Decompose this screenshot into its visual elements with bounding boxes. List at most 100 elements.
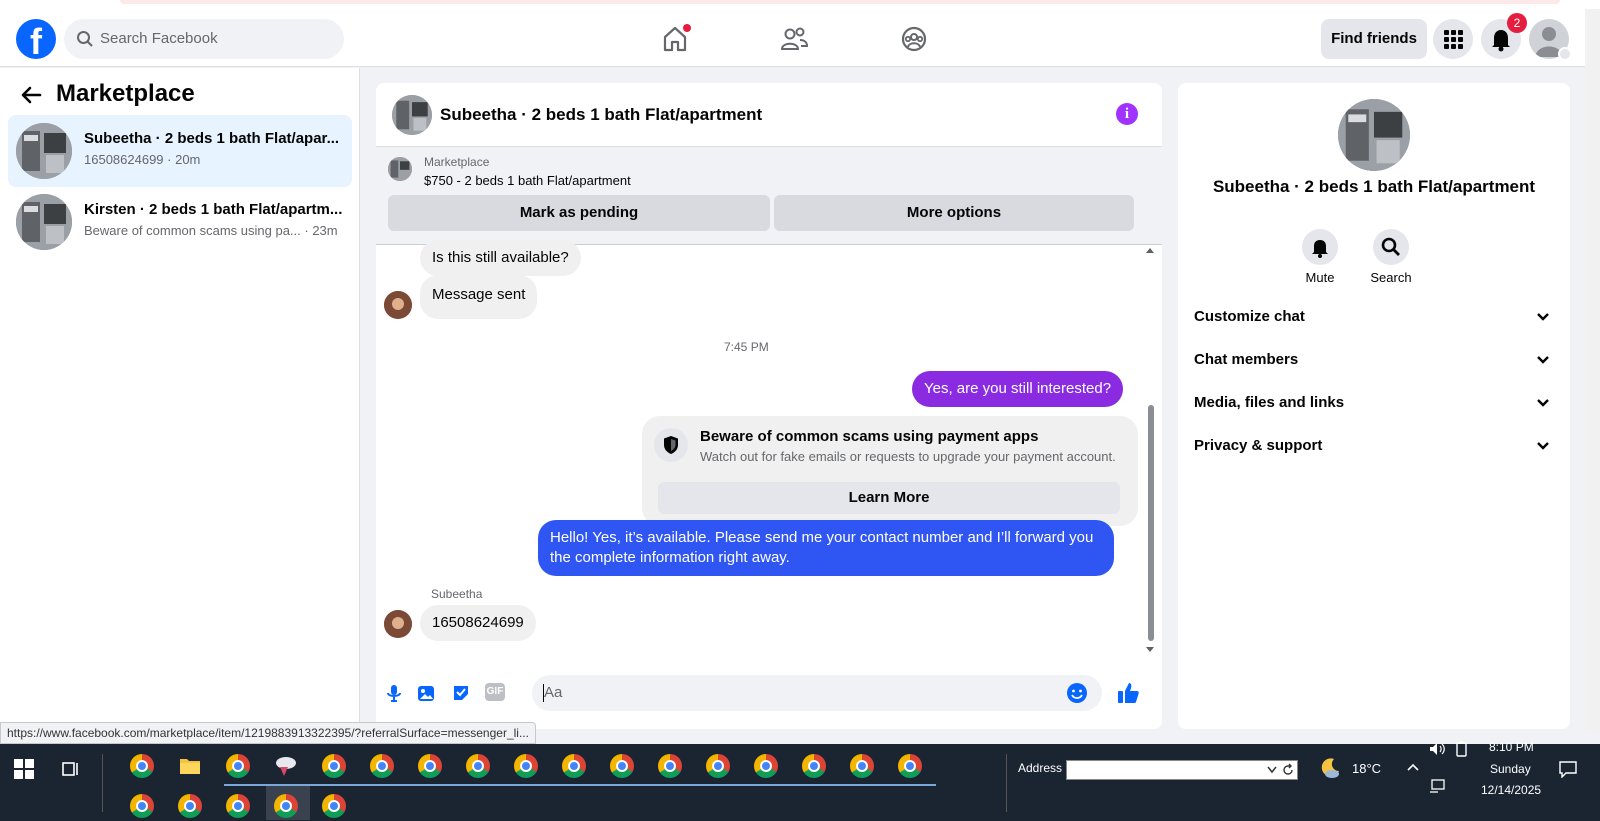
text-caret [543,684,544,702]
groups-icon[interactable] [898,23,930,55]
app-icon[interactable] [274,754,302,782]
chat-window: Subeetha · 2 beds 1 bath Flat/apartment … [376,83,1162,729]
clock-date[interactable]: 12/14/2025 [1481,783,1541,797]
task-view-icon[interactable] [62,760,80,778]
chrome-profile-icon[interactable] [898,754,926,782]
back-arrow-icon[interactable] [20,84,42,106]
search-input[interactable]: Search Facebook [64,19,344,59]
taskbar-divider [1006,754,1007,812]
chrome-profile-icon[interactable] [466,754,494,782]
home-notification-dot [683,24,691,32]
clock-day[interactable]: Sunday [1490,762,1531,776]
search-in-chat-button[interactable] [1373,229,1409,265]
speaker-icon[interactable] [1428,740,1446,758]
chrome-profile-icon[interactable] [754,754,782,782]
marketplace-title: Marketplace [56,80,195,107]
address-toolbar-input[interactable] [1066,760,1298,780]
chevron-down-icon [1537,313,1549,321]
chrome-profile-icon[interactable] [370,754,398,782]
chrome-profile-icon[interactable] [610,754,638,782]
chrome-profile-icon[interactable] [418,754,446,782]
message-bubble-outgoing: Hello! Yes, it’s available. Please send … [538,520,1114,576]
mute-button[interactable] [1302,229,1338,265]
chrome-profile-icon[interactable] [226,754,254,782]
chrome-icon[interactable] [130,754,158,782]
menu-grid-button[interactable] [1433,19,1473,59]
like-thumb-icon[interactable] [1116,681,1140,705]
message-bubble-incoming: Message sent [420,275,538,319]
facebook-logo[interactable]: f [16,19,56,62]
listing-price-title[interactable]: $750 - 2 beds 1 bath Flat/apartment [424,173,631,188]
chrome-profile-icon[interactable] [130,794,158,821]
listing-mini-thumbnail [388,157,412,181]
message-composer: GIF Aa [376,663,1162,729]
photo-icon[interactable] [416,683,436,703]
grid-icon [1444,30,1463,49]
weather-moon-icon[interactable] [1318,756,1342,780]
network-icon[interactable] [1428,778,1446,794]
chevron-down-icon[interactable] [1267,766,1277,774]
more-options-button[interactable]: More options [774,195,1134,231]
conversation-preview: 16508624699 · 20m [84,152,201,167]
conversation-preview: Beware of common scams using pa... · 23m [84,223,338,238]
conversation-title: Subeetha · 2 beds 1 bath Flat/apar... [84,130,340,147]
mark-as-pending-button[interactable]: Mark as pending [388,195,770,231]
chrome-profile-icon[interactable] [658,754,686,782]
notification-center-icon[interactable] [1558,760,1578,778]
address-toolbar-label: Address [1018,761,1063,775]
battery-icon[interactable] [1454,740,1470,758]
file-explorer-icon[interactable] [178,754,206,782]
chat-members-section[interactable]: Chat members [1194,341,1554,381]
privacy-support-section[interactable]: Privacy & support [1194,427,1554,467]
page-scrollbar[interactable] [1585,9,1600,733]
contact-avatar[interactable] [384,291,412,319]
chrome-profile-icon[interactable] [706,754,734,782]
marketplace-listing-bar: Marketplace $750 - 2 beds 1 bath Flat/ap… [376,147,1162,245]
chrome-profile-icon[interactable] [322,794,350,821]
media-files-links-section[interactable]: Media, files and links [1194,384,1554,424]
chrome-profile-icon[interactable] [802,754,830,782]
chrome-profile-icon[interactable] [514,754,542,782]
search-placeholder: Search Facebook [100,30,218,47]
listing-thumbnail [16,123,72,179]
gif-icon[interactable]: GIF [485,683,505,701]
marketplace-label: Marketplace [424,155,490,169]
shield-icon [654,428,688,462]
scam-warning-title: Beware of common scams using payment app… [700,428,1039,445]
windows-taskbar: Address 18°C 8:10 PM Sunday 12/14/2025 [0,740,1600,821]
weather-temperature[interactable]: 18°C [1352,761,1381,776]
find-friends-button[interactable]: Find friends [1321,19,1427,59]
chat-header: Subeetha · 2 beds 1 bath Flat/apartment … [376,83,1162,147]
chrome-profile-icon[interactable] [322,754,350,782]
chat-scrollbar-thumb[interactable] [1148,405,1154,641]
conversation-item[interactable]: Kirsten · 2 beds 1 bath Flat/apartm... B… [8,186,352,258]
chat-details-name: Subeetha · 2 beds 1 bath Flat/apartment [1212,177,1536,196]
chrome-profile-icon[interactable] [178,794,206,821]
message-input[interactable]: Aa [532,675,1102,711]
chat-listing-thumbnail[interactable] [392,95,432,135]
chevron-up-icon[interactable] [1406,762,1420,772]
info-icon[interactable]: i [1116,103,1138,125]
message-bubble-outgoing: Yes, are you still interested? [912,371,1124,407]
customize-chat-section[interactable]: Customize chat [1194,298,1554,338]
learn-more-button[interactable]: Learn More [658,482,1120,514]
message-bubble-incoming: Is this still available? [420,240,581,276]
search-icon [1381,237,1400,256]
chrome-profile-icon[interactable] [850,754,878,782]
chrome-profile-icon[interactable] [562,754,590,782]
clock-time[interactable]: 8:10 PM [1489,740,1534,754]
conversation-item[interactable]: Subeetha · 2 beds 1 bath Flat/apar... 16… [8,115,352,187]
chat-details-avatar[interactable] [1338,99,1410,171]
conversation-title: Kirsten · 2 beds 1 bath Flat/apartm... [84,201,343,218]
friends-icon[interactable] [778,23,810,55]
sticker-icon[interactable] [451,683,471,703]
contact-avatar[interactable] [384,610,412,638]
emoji-icon[interactable] [1066,682,1088,704]
windows-start-icon[interactable] [14,759,34,779]
chrome-profile-icon[interactable] [226,794,254,821]
chrome-profile-icon[interactable] [274,794,302,821]
chat-title[interactable]: Subeetha · 2 beds 1 bath Flat/apartment [440,105,762,125]
microphone-icon[interactable] [384,683,404,703]
account-chevron-icon[interactable] [1558,47,1572,61]
refresh-icon[interactable] [1281,763,1295,777]
